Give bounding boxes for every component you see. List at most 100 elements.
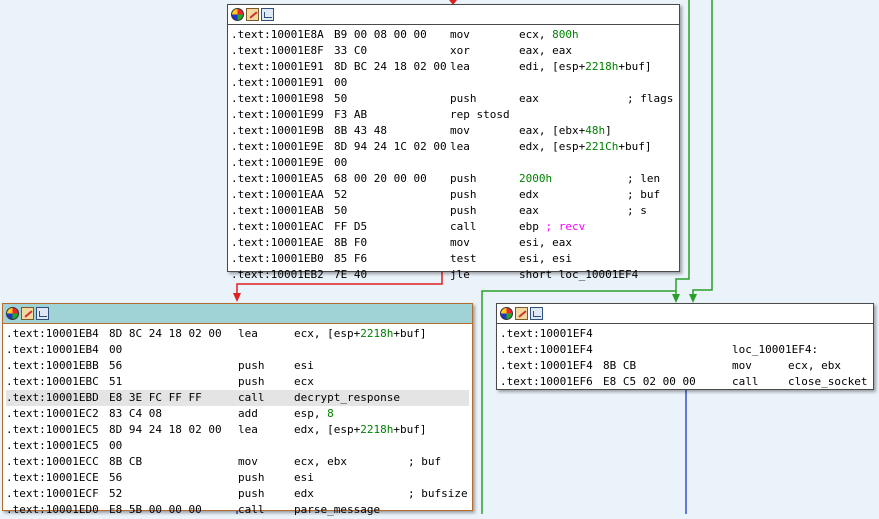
operand[interactable]: short loc_10001EF4 <box>519 267 638 283</box>
operand-text: ecx, ebx <box>294 455 347 468</box>
code-line[interactable]: .text:10001E9E 00 <box>231 155 676 171</box>
graph-icon[interactable] <box>36 307 49 320</box>
operand[interactable]: esp, 8 <box>294 406 334 422</box>
opcode-bytes: 8D BC 24 18 02 00 <box>334 60 447 73</box>
mnemonic: mov <box>732 359 752 372</box>
edge-loop-green-2 <box>692 0 713 300</box>
operand-text: esi <box>294 359 314 372</box>
operand[interactable]: edx, [esp+221Ch+buf] <box>519 139 651 155</box>
operand[interactable]: esi, eax <box>519 235 572 251</box>
color-icon[interactable] <box>6 307 19 320</box>
code-line[interactable]: .text:10001EF4 loc_10001EF4: <box>500 342 870 358</box>
line-address: .text:10001E8F <box>231 44 324 57</box>
code-line[interactable]: .text:10001EC2 83 C4 08 add esp, 8 <box>6 406 469 422</box>
operand[interactable]: parse_message <box>294 502 380 518</box>
operand[interactable]: decrypt_response <box>294 390 400 406</box>
opcode-bytes: 00 <box>109 343 123 356</box>
operand[interactable]: ecx, 800h <box>519 27 579 43</box>
code-line[interactable]: .text:10001EF4 8B CB mov ecx, ebx <box>500 358 870 374</box>
line-address: .text:10001EB2 <box>231 268 324 281</box>
code-line[interactable]: .text:10001EAB 50 push eax ; s <box>231 203 676 219</box>
line-address: .text:10001EAB <box>231 204 324 217</box>
operand[interactable]: eax, [ebx+48h] <box>519 123 612 139</box>
code-line[interactable]: .text:10001EBB 56 push esi <box>6 358 469 374</box>
code-line[interactable]: .text:10001ECF 52 push edx ; bufsize <box>6 486 469 502</box>
code-line[interactable]: .text:10001EBD E8 3E FC FF FF call decrypt_… <box>6 390 469 406</box>
code-line[interactable]: .text:10001EAC FF D5 call ebp ; recv <box>231 219 676 235</box>
operand-text: ecx, <box>519 28 553 41</box>
code-label[interactable]: loc_10001EF4: <box>732 342 818 358</box>
code-line[interactable]: .text:10001E98 50 push eax ; flags <box>231 91 676 107</box>
rename-icon[interactable] <box>515 307 528 320</box>
code-line[interactable]: .text:10001E9E 8D 94 24 1C 02 00 lea edx, [… <box>231 139 676 155</box>
mnemonic: xor <box>450 44 470 57</box>
graph-icon[interactable] <box>530 307 543 320</box>
operand-text: eax <box>519 92 539 105</box>
operand[interactable]: ecx, ebx <box>294 454 347 470</box>
line-address: .text:10001E99 <box>231 108 324 121</box>
block-lines: .text:10001EF4 .text:10001EF4 loc_10001EF4… <box>497 324 873 391</box>
operand-suffix: +buf] <box>618 140 652 153</box>
rename-icon[interactable] <box>21 307 34 320</box>
opcode-bytes: 85 F6 <box>334 252 368 265</box>
block-header <box>228 5 679 25</box>
operand-text: esi, esi <box>519 252 572 265</box>
code-line[interactable]: .text:10001EC5 00 <box>6 438 469 454</box>
comment: ; buf <box>408 455 442 468</box>
code-block-left[interactable]: .text:10001EB4 8D 8C 24 18 02 00 lea ecx, [… <box>2 303 473 516</box>
line-address: .text:10001EBC <box>6 375 99 388</box>
api-comment: ; recv <box>545 220 586 233</box>
code-line[interactable]: .text:10001E9B 8B 43 48 mov eax, [ebx+48h] <box>231 123 676 139</box>
operand[interactable]: close_socket <box>788 374 867 390</box>
operand[interactable]: esi <box>294 358 314 374</box>
code-line[interactable]: .text:10001E91 8D BC 24 18 02 00 lea edi, [… <box>231 59 676 75</box>
code-line[interactable]: .text:10001ECE 56 push esi <box>6 470 469 486</box>
code-line[interactable]: .text:10001EAE 8B F0 mov esi, eax <box>231 235 676 251</box>
code-line[interactable]: .text:10001EF4 <box>500 326 870 342</box>
code-line[interactable]: .text:10001E99 F3 AB rep stosd <box>231 107 676 123</box>
code-line[interactable]: .text:10001EAA 52 push edx ; buf <box>231 187 676 203</box>
operand[interactable]: 2000h <box>519 171 552 187</box>
operand[interactable]: ecx, [esp+2218h+buf] <box>294 326 426 342</box>
operand[interactable]: esi, esi <box>519 251 572 267</box>
code-line[interactable]: .text:10001EB4 8D 8C 24 18 02 00 lea ecx, [… <box>6 326 469 342</box>
operand[interactable]: ecx <box>294 374 314 390</box>
code-line[interactable]: .text:10001E91 00 <box>231 75 676 91</box>
operand[interactable]: ebp ; recv <box>519 219 585 235</box>
code-line[interactable]: .text:10001EB4 00 <box>6 342 469 358</box>
code-line[interactable]: .text:10001E8A B9 00 08 00 00 mov ecx, 800h <box>231 27 676 43</box>
color-icon[interactable] <box>231 8 244 21</box>
color-icon[interactable] <box>500 307 513 320</box>
comment: ; len <box>627 172 661 185</box>
line-address: .text:10001EA5 <box>231 172 324 185</box>
mnemonic: mov <box>450 28 470 41</box>
operand[interactable]: eax, eax <box>519 43 572 59</box>
code-line[interactable]: .text:10001E8F 33 C0 xor eax, eax <box>231 43 676 59</box>
operand[interactable]: edx <box>294 486 314 502</box>
operand[interactable]: eax <box>519 203 539 219</box>
code-line[interactable]: .text:10001EF6 E8 C5 02 00 00 call close_so… <box>500 374 870 390</box>
code-line[interactable]: .text:10001EBC 51 push ecx <box>6 374 469 390</box>
operand-text: eax <box>519 204 539 217</box>
operand[interactable]: eax <box>519 91 539 107</box>
opcode-bytes: 8D 94 24 1C 02 00 <box>334 140 447 153</box>
code-line[interactable]: .text:10001EA5 68 00 20 00 00 push 2000h ; l… <box>231 171 676 187</box>
code-line[interactable]: .text:10001ECC 8B CB mov ecx, ebx ; buf <box>6 454 469 470</box>
code-block-right[interactable]: .text:10001EF4 .text:10001EF4 loc_10001EF4… <box>496 303 874 390</box>
code-line[interactable]: .text:10001EB0 85 F6 test esi, esi <box>231 251 676 267</box>
operand[interactable]: esi <box>294 470 314 486</box>
code-line[interactable]: .text:10001EC5 8D 94 24 18 02 00 lea edx, [… <box>6 422 469 438</box>
rename-icon[interactable] <box>246 8 259 21</box>
operand[interactable]: edi, [esp+2218h+buf] <box>519 59 651 75</box>
code-line[interactable]: .text:10001EB2 7E 40 jle short loc_10001EF4 <box>231 267 676 283</box>
code-block-top[interactable]: .text:10001E8A B9 00 08 00 00 mov ecx, 800h… <box>227 4 680 281</box>
operand-text: edx <box>294 487 314 500</box>
operand[interactable]: ecx, ebx <box>788 358 841 374</box>
operand[interactable]: edx, [esp+2218h+buf] <box>294 422 426 438</box>
opcode-bytes: 52 <box>109 487 123 500</box>
graph-icon[interactable] <box>261 8 274 21</box>
line-address: .text:10001ECE <box>6 471 99 484</box>
operand[interactable]: edx <box>519 187 539 203</box>
code-line[interactable]: .text:10001ED0 E8 5B 00 00 00 call parse_me… <box>6 502 469 518</box>
operand-number: 8 <box>327 407 334 420</box>
